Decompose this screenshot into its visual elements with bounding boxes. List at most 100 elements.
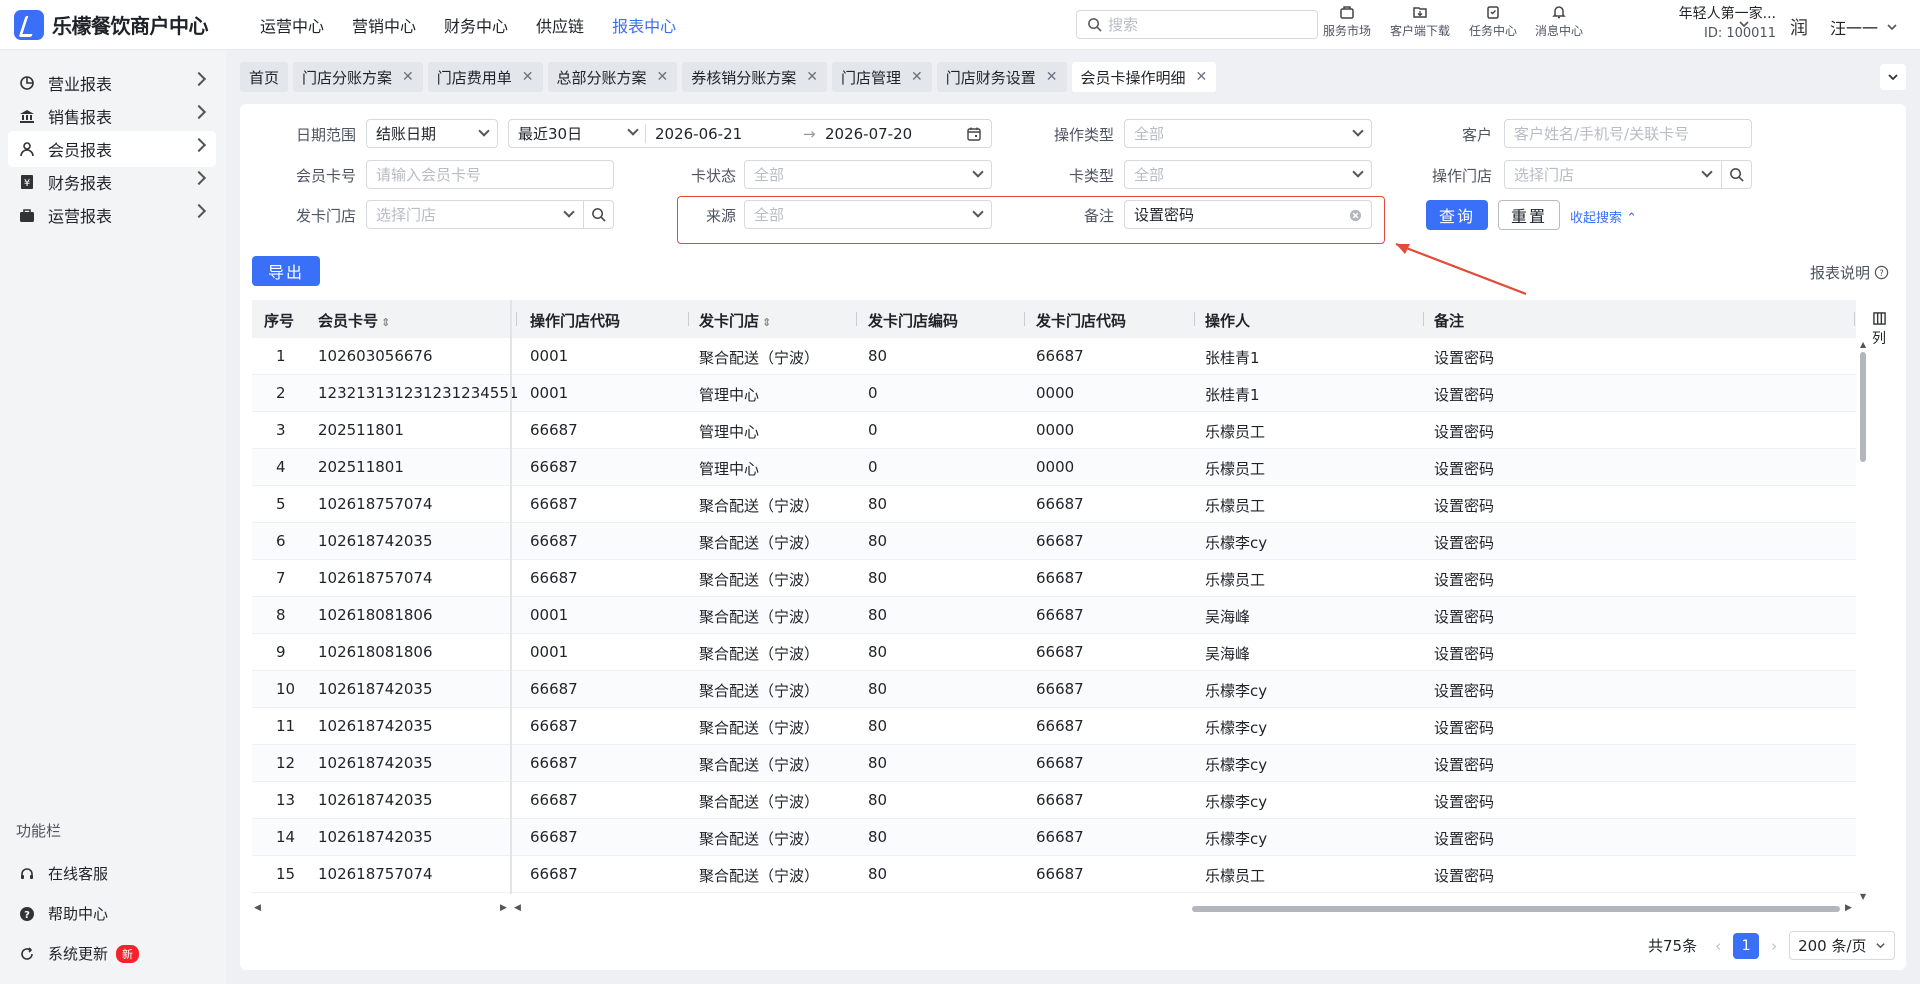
issue-store-select[interactable]: 选择门店 xyxy=(366,200,614,229)
column-divider xyxy=(516,312,517,326)
sort-icon[interactable]: ⇕ xyxy=(381,316,390,329)
horizontal-scrollbar[interactable] xyxy=(1192,906,1840,912)
table-row[interactable]: 15 102618757074 66687 聚合配送（宁波） 80 66687 乐檬员工 设置… xyxy=(252,856,1856,893)
scroll-right-icon[interactable]: ▶ xyxy=(500,903,507,913)
reset-button[interactable]: 重置 xyxy=(1498,200,1560,230)
scroll-right-icon[interactable]: ▶ xyxy=(1845,903,1852,913)
column-settings-button[interactable]: 列 xyxy=(1872,312,1886,348)
table-row[interactable]: 10 102618742035 66687 聚合配送（宁波） 80 66687 乐檬李cy 设… xyxy=(252,671,1856,708)
page-size-select[interactable]: 200 条/页 xyxy=(1789,931,1895,960)
tool-task-center[interactable]: 任务中心 xyxy=(1469,4,1517,39)
func-help-center[interactable]: ? 帮助中心 xyxy=(18,903,108,924)
scroll-left-icon[interactable]: ◀ xyxy=(254,903,261,913)
cell-op-store-code: 66687 xyxy=(530,680,578,698)
vertical-scrollbar[interactable] xyxy=(1860,352,1866,462)
next-page-icon[interactable]: › xyxy=(1771,937,1777,955)
close-icon[interactable]: ✕ xyxy=(911,69,923,85)
table-row[interactable]: 5 102618757074 66687 聚合配送（宁波） 80 66687 乐檬员工 设置密… xyxy=(252,486,1856,523)
tab-store-finance-settings[interactable]: 门店财务设置 ✕ xyxy=(936,62,1067,92)
user-menu[interactable]: 润 汪一一 xyxy=(1790,14,1898,40)
tool-message-center[interactable]: 消息中心 xyxy=(1535,4,1583,39)
store-search-button[interactable] xyxy=(583,201,613,228)
nav-marketing[interactable]: 营销中心 xyxy=(352,13,416,37)
source-select[interactable]: 全部 xyxy=(744,200,992,229)
date-type-select[interactable]: 结账日期 xyxy=(366,119,498,148)
app-logo[interactable]: 乐檬餐饮商户中心 xyxy=(14,9,234,40)
table-row[interactable]: 1 102603056676 0001 聚合配送（宁波） 80 66687 张桂青1 设置密码 xyxy=(252,338,1856,375)
tab-coupon-split-plan[interactable]: 券核销分账方案 ✕ xyxy=(682,62,828,92)
table-row[interactable]: 3 202511801 66687 管理中心 0 0000 乐檬员工 设置密码 xyxy=(252,412,1856,449)
date-range-picker[interactable]: 最近30日 2026-06-21 → 2026-07-20 xyxy=(508,119,992,148)
table-row[interactable]: 4 202511801 66687 管理中心 0 0000 乐檬员工 设置密码 xyxy=(252,449,1856,486)
org-switcher[interactable]: 年轻人第一家... ID: 100011 xyxy=(1616,5,1776,43)
query-button[interactable]: 查询 xyxy=(1426,200,1488,230)
table-row[interactable]: 2 123213131231231234551 0001 管理中心 0 0000 张桂青1 设… xyxy=(252,375,1856,412)
close-icon[interactable]: ✕ xyxy=(657,69,669,85)
nav-reports[interactable]: 报表中心 xyxy=(612,13,676,37)
sidebar-item-finance-report[interactable]: ¥ 财务报表 xyxy=(8,164,216,200)
cell-operator: 乐檬员工 xyxy=(1205,423,1266,441)
tab-home[interactable]: 首页 xyxy=(240,62,289,92)
cell-remark: 设置密码 xyxy=(1434,571,1495,589)
table-row[interactable]: 7 102618757074 66687 聚合配送（宁波） 80 66687 乐檬员工 设置密… xyxy=(252,560,1856,597)
func-system-update[interactable]: 系统更新 新 xyxy=(18,943,140,964)
close-icon[interactable]: ✕ xyxy=(402,69,414,85)
close-icon[interactable]: ✕ xyxy=(806,69,818,85)
sidebar-item-ops-report[interactable]: 运营报表 xyxy=(8,197,216,233)
collapse-search-link[interactable]: 收起搜索 ⌃ xyxy=(1570,207,1637,226)
table-row[interactable]: 14 102618742035 66687 聚合配送（宁波） 80 66687 乐檬李cy 设… xyxy=(252,819,1856,856)
tool-service-market[interactable]: 服务市场 xyxy=(1323,4,1371,39)
close-icon[interactable]: ✕ xyxy=(1046,69,1058,85)
scroll-left-icon[interactable]: ◀ xyxy=(514,903,521,913)
date-start[interactable]: 2026-06-21 xyxy=(655,125,742,143)
date-end[interactable]: 2026-07-20 xyxy=(825,125,912,143)
func-online-service[interactable]: 在线客服 xyxy=(18,863,108,884)
sort-icon[interactable]: ⇕ xyxy=(762,316,771,329)
remark-input[interactable]: 设置密码 xyxy=(1124,200,1372,229)
op-type-select[interactable]: 全部 xyxy=(1124,119,1372,148)
clear-icon[interactable] xyxy=(1349,209,1362,222)
sidebar-item-sales-report[interactable]: 销售报表 xyxy=(8,98,216,134)
scroll-down-icon[interactable]: ▼ xyxy=(1860,892,1866,901)
close-icon[interactable]: ✕ xyxy=(1196,69,1208,85)
cell-issue-store-no: 0 xyxy=(868,421,878,439)
nav-supply[interactable]: 供应链 xyxy=(536,13,584,37)
store-search-button[interactable] xyxy=(1721,161,1751,188)
user-name: 汪一一 xyxy=(1830,19,1879,38)
tab-member-card-operations[interactable]: 会员卡操作明细 ✕ xyxy=(1071,62,1217,92)
sidebar-item-member-report[interactable]: 会员报表 xyxy=(8,131,216,167)
cell-issue-store: 聚合配送（宁波） xyxy=(699,756,820,774)
tab-store-split-plan[interactable]: 门店分账方案 ✕ xyxy=(293,62,423,92)
scroll-up-icon[interactable]: ▲ xyxy=(1860,340,1866,349)
col-card-no[interactable]: 会员卡号 ⇕ xyxy=(318,310,390,331)
table-row[interactable]: 8 102618081806 0001 聚合配送（宁波） 80 66687 吴海峰 设置密码 xyxy=(252,597,1856,634)
tab-store-expense[interactable]: 门店费用单 ✕ xyxy=(427,62,543,92)
card-status-select[interactable]: 全部 xyxy=(744,160,992,189)
sidebar-item-business-report[interactable]: 营业报表 xyxy=(8,65,216,101)
tab-hq-split-plan[interactable]: 总部分账方案 ✕ xyxy=(547,62,678,92)
tab-store-management[interactable]: 门店管理 ✕ xyxy=(832,62,932,92)
prev-page-icon[interactable]: ‹ xyxy=(1715,937,1721,955)
page-1[interactable]: 1 xyxy=(1733,932,1760,959)
cell-remark: 设置密码 xyxy=(1434,756,1495,774)
table-row[interactable]: 6 102618742035 66687 聚合配送（宁波） 80 66687 乐檬李cy 设置… xyxy=(252,523,1856,560)
table-row[interactable]: 13 102618742035 66687 聚合配送（宁波） 80 66687 乐檬李cy 设… xyxy=(252,782,1856,819)
export-button[interactable]: 导出 xyxy=(252,256,320,286)
table-row[interactable]: 9 102618081806 0001 聚合配送（宁波） 80 66687 吴海峰 设置密码 xyxy=(252,634,1856,671)
nav-finance[interactable]: 财务中心 xyxy=(444,13,508,37)
global-search-input[interactable]: 搜索 xyxy=(1076,10,1318,39)
nav-ops[interactable]: 运营中心 xyxy=(260,13,324,37)
close-icon[interactable]: ✕ xyxy=(522,69,534,85)
op-store-select[interactable]: 选择门店 xyxy=(1504,160,1752,189)
chevron-down-icon xyxy=(1875,943,1885,949)
tabs-menu-button[interactable] xyxy=(1880,64,1906,90)
table-row[interactable]: 11 102618742035 66687 聚合配送（宁波） 80 66687 乐檬李cy 设… xyxy=(252,708,1856,745)
report-help-link[interactable]: 报表说明 ? xyxy=(1810,262,1889,283)
card-no-input[interactable]: 请输入会员卡号 xyxy=(366,160,614,189)
table-row[interactable]: 12 102618742035 66687 聚合配送（宁波） 80 66687 乐檬李cy 设… xyxy=(252,745,1856,782)
tool-client-download[interactable]: 客户端下载 xyxy=(1390,4,1450,39)
chevron-down-icon[interactable] xyxy=(1738,18,1750,30)
col-issue-store[interactable]: 发卡门店 ⇕ xyxy=(699,310,771,331)
card-type-select[interactable]: 全部 xyxy=(1124,160,1372,189)
customer-input[interactable]: 客户姓名/手机号/关联卡号 xyxy=(1504,119,1752,148)
